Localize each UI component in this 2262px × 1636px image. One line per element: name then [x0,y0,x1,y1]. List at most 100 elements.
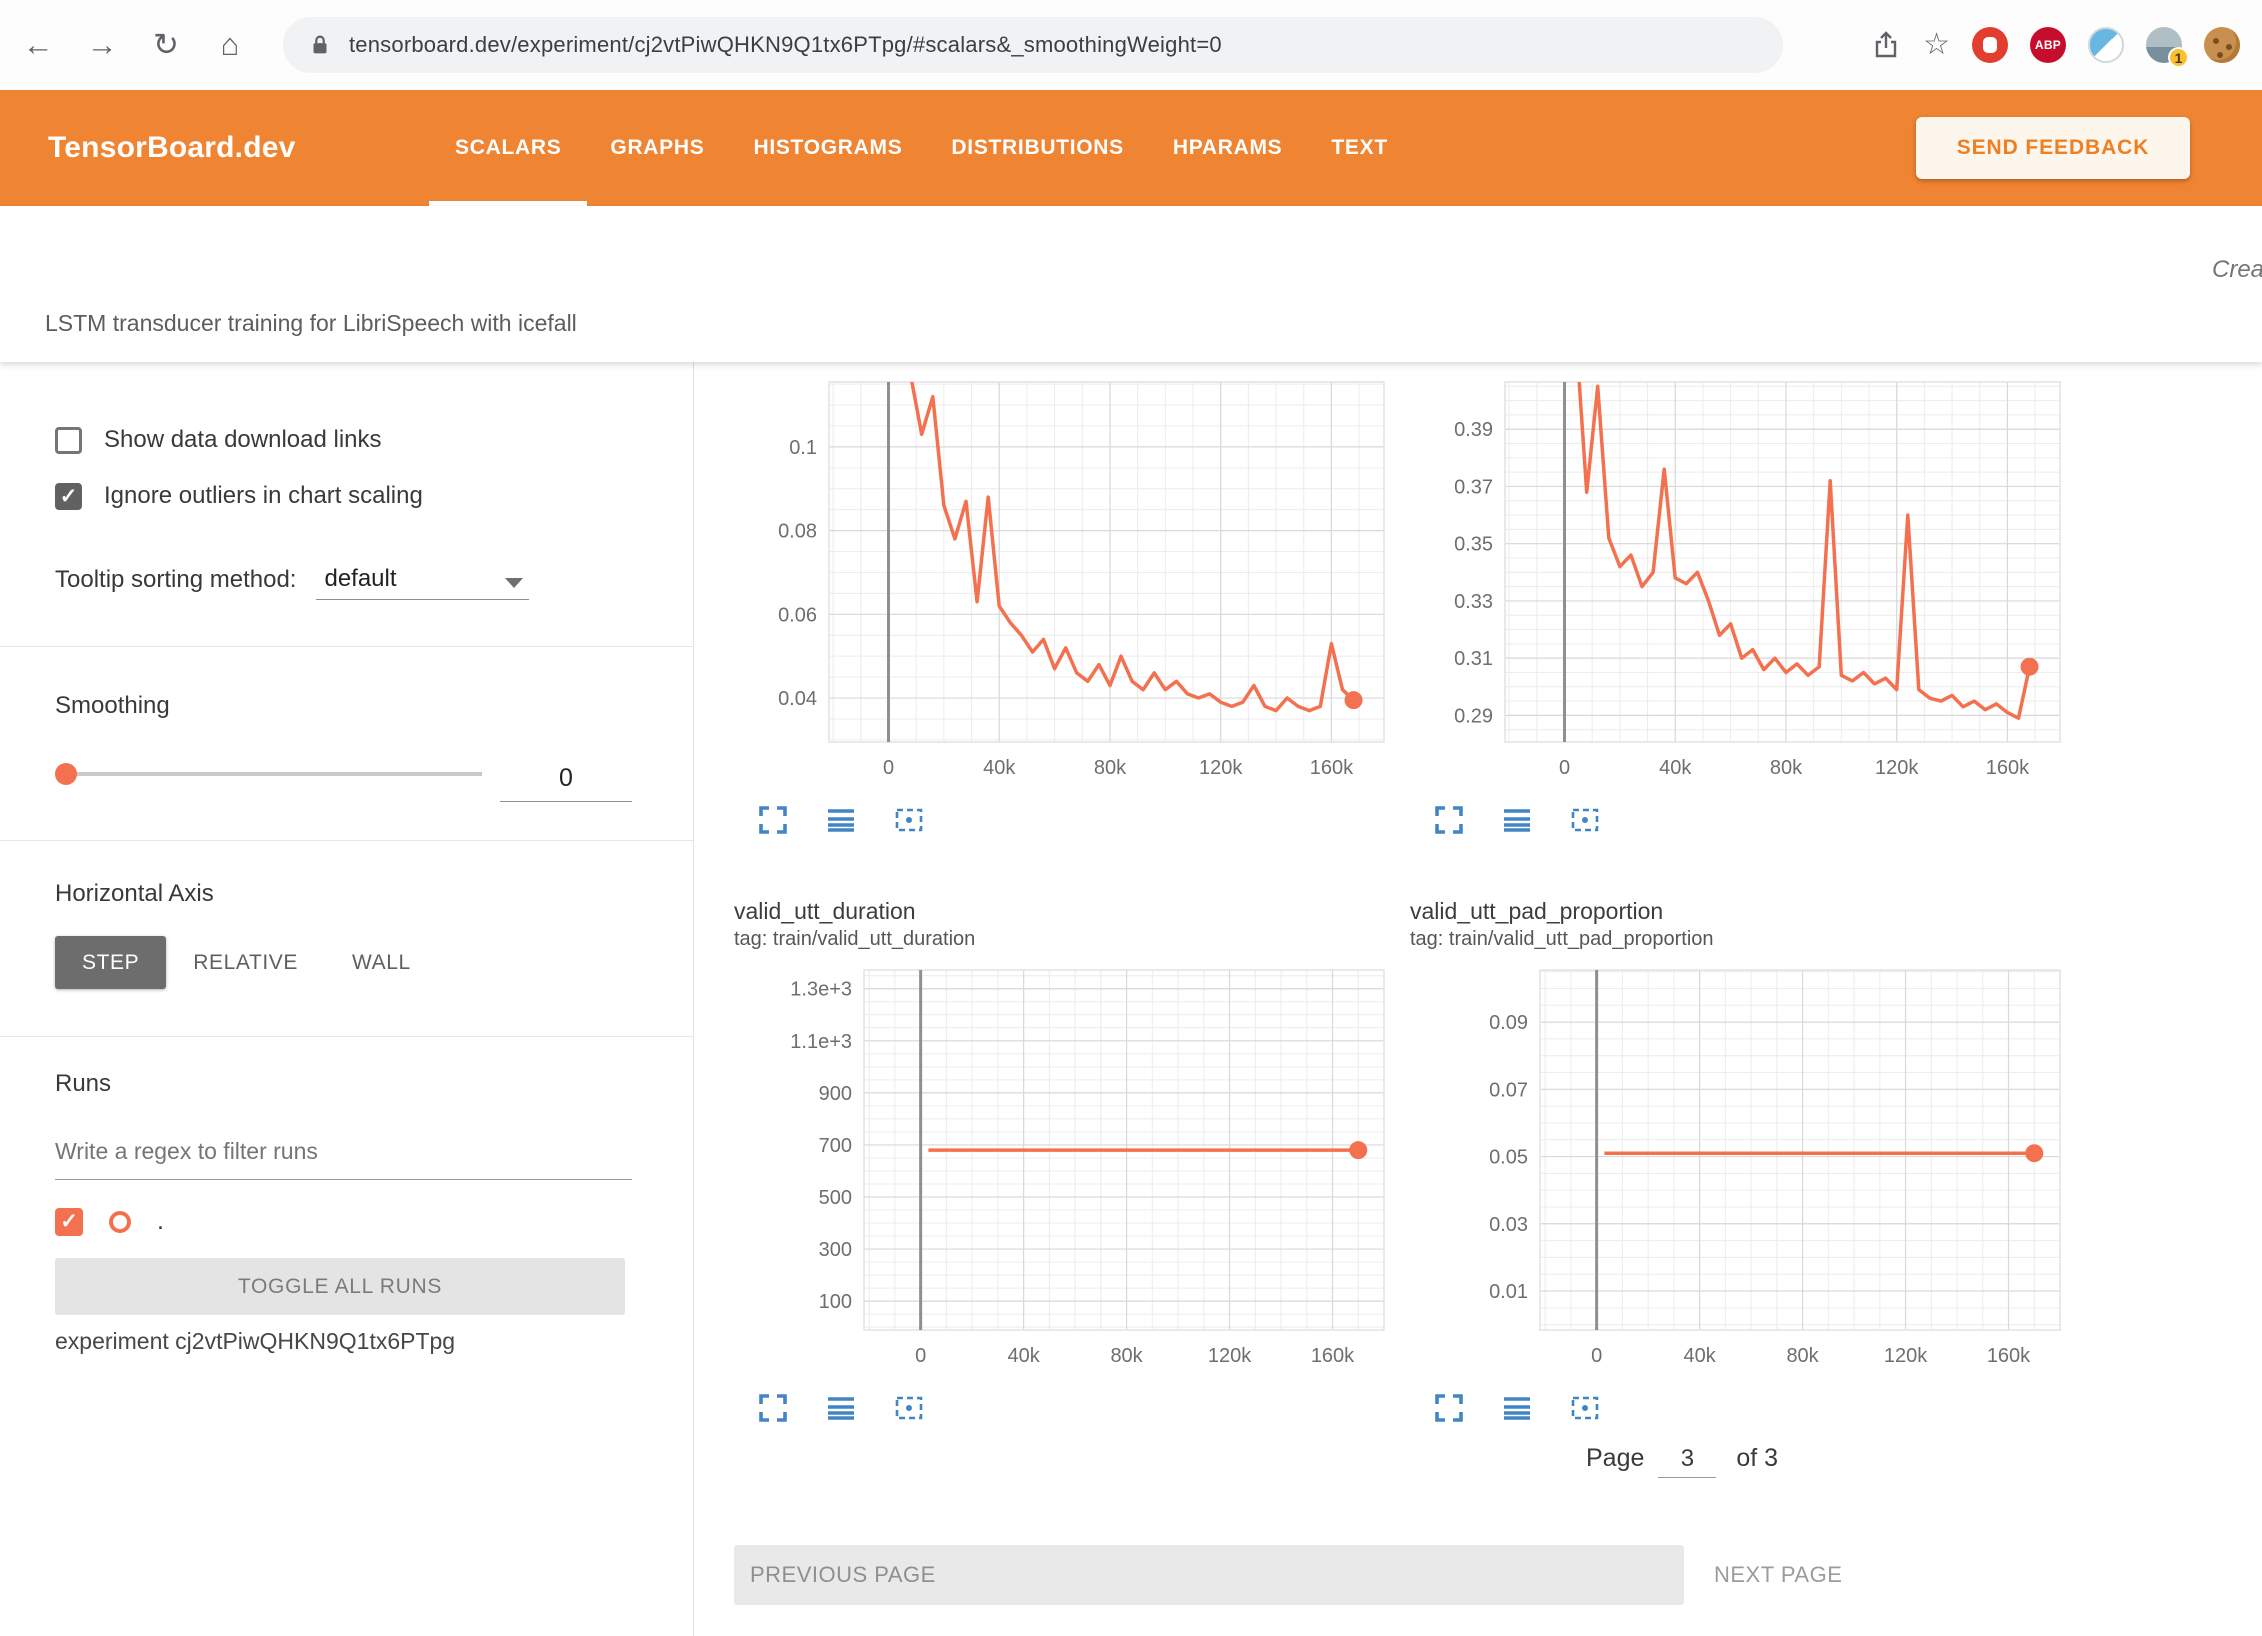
ignore-outliers-row[interactable]: ✓ Ignore outliers in chart scaling [55,476,423,516]
svg-text:0.09: 0.09 [1489,1012,1528,1034]
svg-text:160k: 160k [1986,757,2030,779]
settings-sidebar: Show data download links ✓ Ignore outlie… [0,362,694,1636]
address-bar[interactable]: tensorboard.dev/experiment/cj2vtPiwQHKN9… [283,17,1783,73]
app-logo[interactable]: TensorBoard.dev [48,90,296,206]
svg-text:0: 0 [883,757,894,779]
svg-text:0.06: 0.06 [778,604,817,626]
page-number-input[interactable] [1658,1445,1716,1478]
tab-histograms[interactable]: HISTOGRAMS [753,90,902,206]
svg-text:0.39: 0.39 [1454,419,1493,441]
tooltip-sorting-label: Tooltip sorting method: [55,566,296,600]
svg-text:40k: 40k [1659,757,1692,779]
svg-text:0.04: 0.04 [778,688,817,710]
fit-domain-icon[interactable] [892,1392,926,1424]
run-checkbox[interactable]: ✓ [55,1208,83,1236]
smoothing-slider-thumb[interactable] [55,763,77,785]
expand-chart-icon[interactable] [756,1392,790,1424]
url-text[interactable]: tensorboard.dev/experiment/cj2vtPiwQHKN9… [349,32,1222,58]
log-scale-icon[interactable] [1500,1392,1534,1424]
svg-text:0.08: 0.08 [778,521,817,543]
browser-chrome: ← → ↻ ⌂ tensorboard.dev/experiment/cj2vt… [0,0,2262,90]
smoothing-slider[interactable] [58,772,482,776]
scalar-line-chart[interactable]: 040k80k120k160k0.010.030.050.070.09 [1410,962,2070,1382]
chart-tag: tag: train/valid_utt_duration [734,926,1410,956]
pagination: Page of 3 [1586,1444,1778,1478]
page-total-label: of 3 [1736,1444,1778,1473]
checkbox-checked-icon[interactable]: ✓ [55,483,82,510]
run-row[interactable]: ✓ . [55,1207,164,1236]
svg-text:0.33: 0.33 [1454,591,1493,613]
next-page-button[interactable]: NEXT PAGE [1714,1545,1842,1605]
axis-relative-button[interactable]: RELATIVE [166,936,325,989]
svg-text:0.07: 0.07 [1489,1079,1528,1101]
page-label: Page [1586,1444,1644,1473]
chart-actions [734,1392,1410,1424]
tab-distributions[interactable]: DISTRIBUTIONS [951,90,1123,206]
charts-panel: 040k80k120k160k0.040.060.080.1 [694,362,2262,1636]
svg-text:40k: 40k [1683,1345,1716,1367]
expand-chart-icon[interactable] [756,804,790,836]
reload-icon[interactable]: ↻ [144,23,188,67]
svg-text:100: 100 [819,1291,852,1313]
bookmark-star-icon[interactable]: ☆ [1923,30,1950,60]
svg-text:160k: 160k [1987,1345,2031,1367]
axis-wall-button[interactable]: WALL [325,936,438,989]
lock-icon [307,32,333,58]
chart-actions [1410,1392,2086,1424]
scalar-line-chart[interactable]: 040k80k120k160k0.290.310.330.350.370.39 [1410,374,2070,794]
browser-nav-group: ← → ↻ ⌂ [0,23,252,67]
tensorboard-header: TensorBoard.dev SCALARS GRAPHS HISTOGRAM… [0,90,2262,206]
log-scale-icon[interactable] [824,1392,858,1424]
truncated-right-text: Crea [2212,256,2262,284]
adblock-extension-icon[interactable] [1972,27,2008,63]
profile-avatar[interactable]: 1 [2146,27,2182,63]
checkbox-unchecked-icon[interactable] [55,427,82,454]
charts-row-top: 040k80k120k160k0.040.060.080.1 [734,362,2262,836]
smoothing-value-input[interactable] [500,756,632,802]
svg-text:120k: 120k [1875,757,1919,779]
scalar-chart-card-2: 040k80k120k160k0.290.310.330.350.370.39 [1410,362,2086,836]
fit-domain-icon[interactable] [1568,1392,1602,1424]
tooltip-sorting-select[interactable]: default [316,565,529,600]
chart-actions [1410,804,2086,836]
svg-text:0.01: 0.01 [1489,1281,1528,1303]
chart-actions [734,804,1410,836]
previous-page-button[interactable]: PREVIOUS PAGE [734,1545,1684,1605]
send-feedback-button[interactable]: SEND FEEDBACK [1916,117,2190,179]
home-icon[interactable]: ⌂ [208,23,252,67]
scalar-line-chart[interactable]: 040k80k120k160k1003005007009001.1e+31.3e… [734,962,1394,1382]
tab-scalars[interactable]: SCALARS [455,90,561,206]
show-download-links-row[interactable]: Show data download links [55,420,382,460]
toggle-all-runs-button[interactable]: TOGGLE ALL RUNS [55,1258,625,1315]
expand-chart-icon[interactable] [1432,804,1466,836]
fit-domain-icon[interactable] [1568,804,1602,836]
svg-text:700: 700 [819,1135,852,1157]
horizontal-axis-label: Horizontal Axis [55,880,214,908]
fit-domain-icon[interactable] [892,804,926,836]
share-icon[interactable] [1871,30,1901,60]
tab-graphs[interactable]: GRAPHS [610,90,704,206]
back-icon[interactable]: ← [16,23,60,67]
tab-hparams[interactable]: HPARAMS [1173,90,1283,206]
log-scale-icon[interactable] [824,804,858,836]
log-scale-icon[interactable] [1500,804,1534,836]
divider [0,646,693,647]
show-download-links-label: Show data download links [104,426,382,454]
runs-label: Runs [55,1070,111,1098]
svg-text:120k: 120k [1884,1345,1928,1367]
axis-step-button[interactable]: STEP [55,936,166,989]
chart-title: valid_utt_pad_proportion [1410,892,2086,926]
scalar-line-chart[interactable]: 040k80k120k160k0.040.060.080.1 [734,374,1394,794]
content-area: Show data download links ✓ Ignore outlie… [0,362,2262,1636]
expand-chart-icon[interactable] [1432,1392,1466,1424]
svg-text:80k: 80k [1094,757,1127,779]
svg-text:0.05: 0.05 [1489,1147,1528,1169]
svg-text:0: 0 [1591,1345,1602,1367]
blue-extension-icon[interactable] [2088,27,2124,63]
runs-filter-input[interactable] [55,1124,632,1180]
cookie-extension-icon[interactable] [2204,27,2240,63]
forward-icon[interactable]: → [80,23,124,67]
abp-extension-icon[interactable]: ABP [2030,27,2066,63]
tab-text[interactable]: TEXT [1331,90,1387,206]
svg-text:160k: 160k [1310,757,1354,779]
